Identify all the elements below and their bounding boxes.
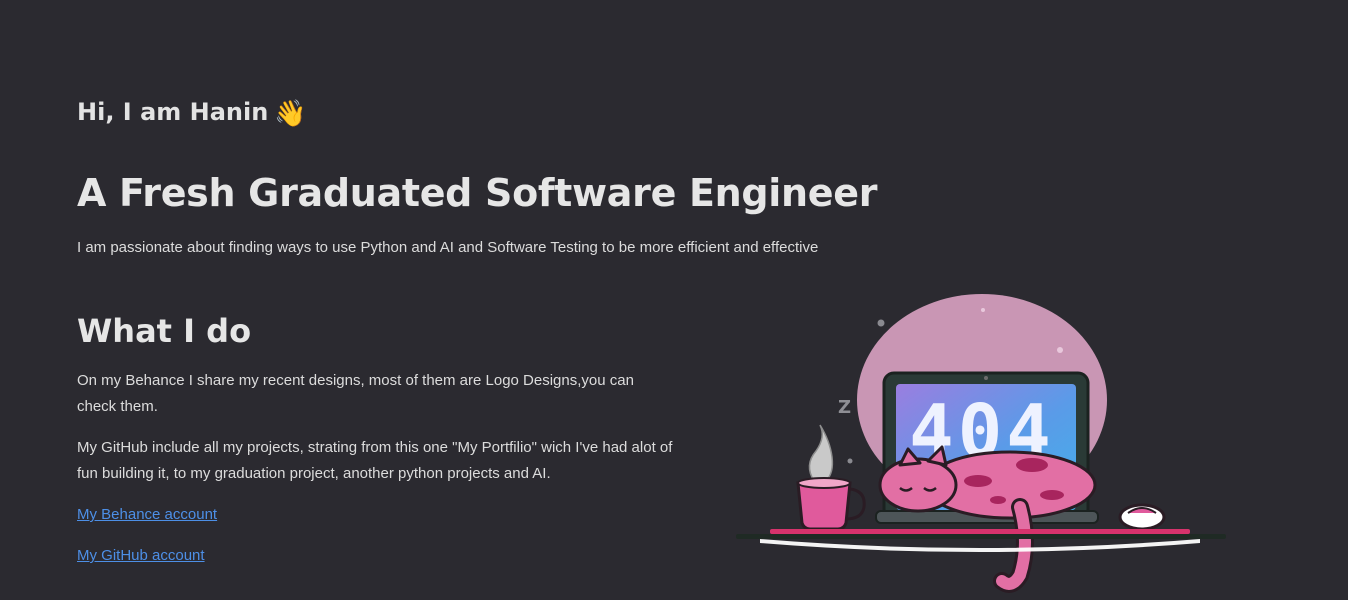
sparkle-dot [877, 319, 885, 327]
what-i-do-title: What I do [77, 312, 252, 350]
cat-spot [1040, 490, 1064, 500]
sparkle-dot [1057, 347, 1063, 353]
cat-head [878, 457, 958, 513]
sleeping-cat-laptop-illustration: Z 404 [736, 294, 1226, 593]
mug-body [796, 481, 852, 531]
laptop-camera [984, 376, 988, 380]
sparkle-dot [981, 308, 985, 312]
behance-paragraph: On my Behance I share my recent designs,… [77, 372, 634, 415]
github-paragraph: My GitHub include all my projects, strat… [77, 439, 673, 482]
page: Hi, I am Hanin 👋 A Fresh Graduated Softwa… [0, 0, 1348, 600]
cat-spot [964, 475, 992, 487]
behance-link-row: My Behance account [77, 502, 677, 528]
intro-text: I am passionate about finding ways to us… [77, 239, 819, 256]
cat-spot [1016, 458, 1048, 472]
sleep-z-icon: Z [838, 397, 851, 418]
mug-rim [797, 477, 851, 489]
headline: A Fresh Graduated Software Engineer [77, 171, 878, 215]
greeting-text: Hi, I am Hanin [77, 98, 269, 126]
desk-top [736, 534, 1226, 539]
desk-shadow [760, 539, 1200, 552]
waving-hand-icon: 👋 [274, 99, 307, 129]
greeting-heading: Hi, I am Hanin 👋 [77, 94, 307, 132]
what-i-do-content: On my Behance I share my recent designs,… [77, 368, 677, 584]
desk-mat [770, 529, 1190, 534]
sparkle-dot [847, 458, 853, 464]
behance-account-link[interactable]: My Behance account [77, 506, 217, 523]
github-link-row: My GitHub account [77, 543, 677, 569]
github-account-link[interactable]: My GitHub account [77, 547, 205, 564]
mug-steam [808, 424, 834, 482]
cat-spot [990, 496, 1006, 504]
